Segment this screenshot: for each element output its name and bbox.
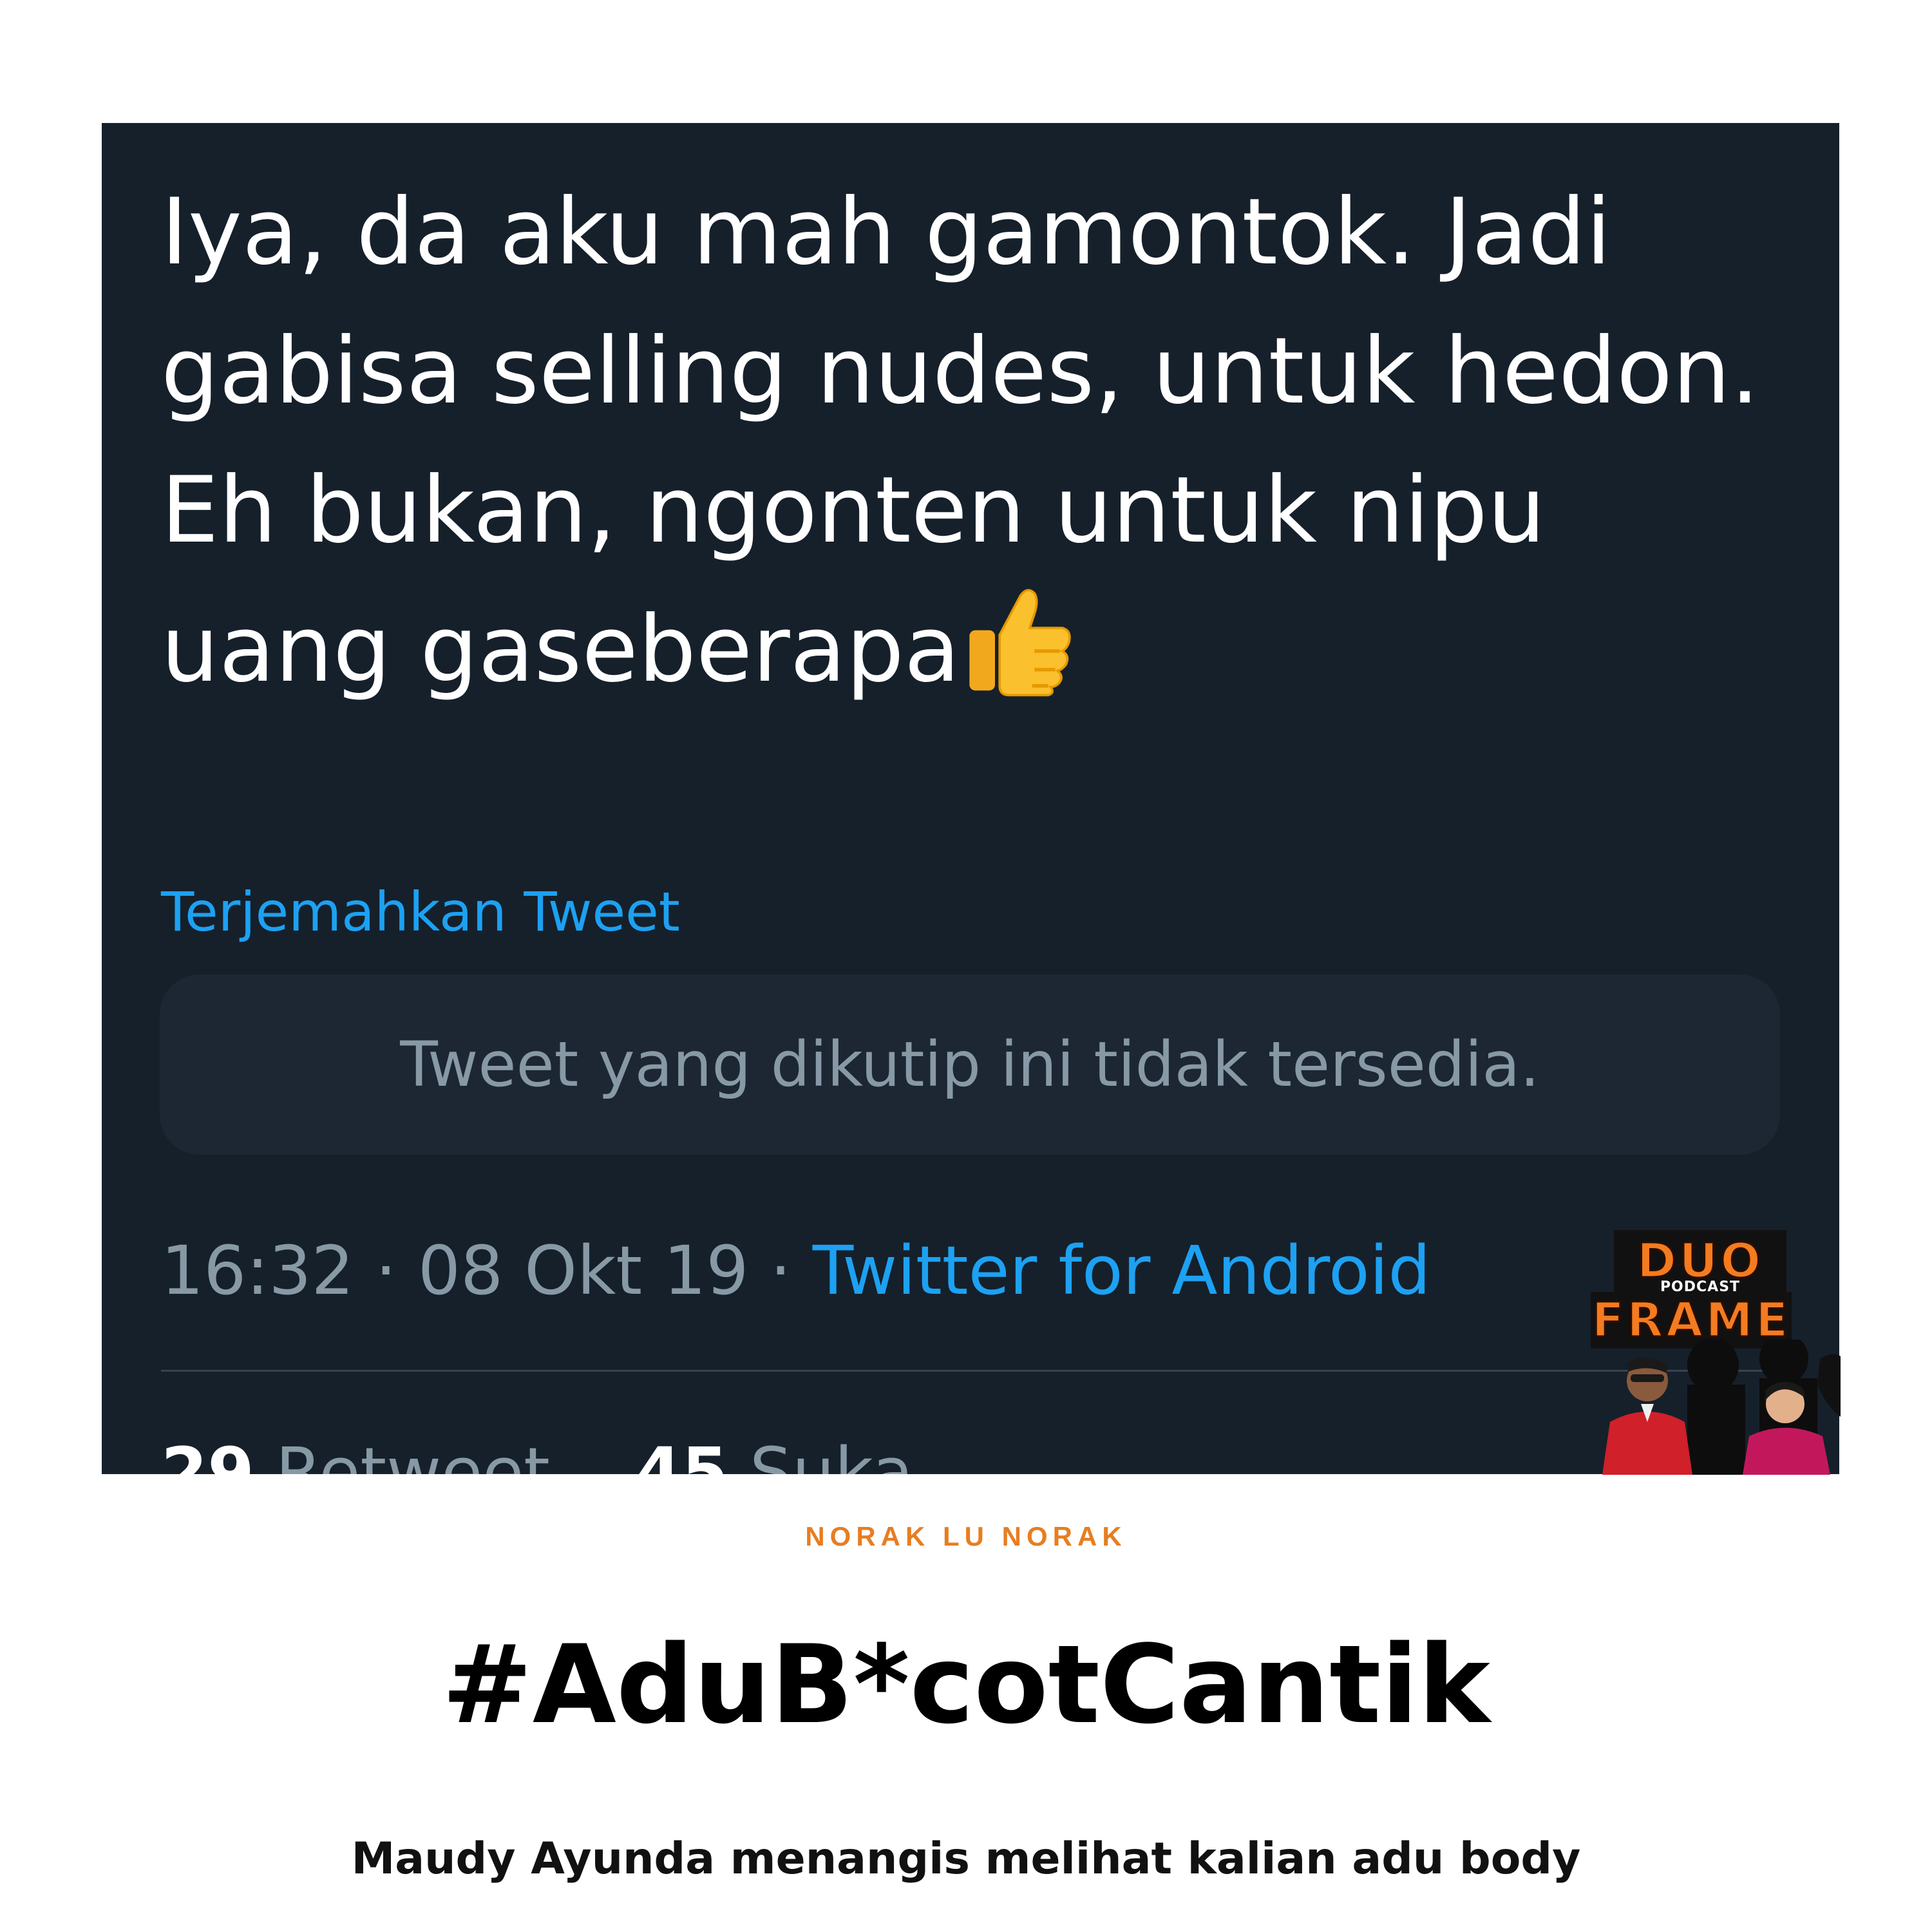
like-count[interactable]: 45 bbox=[635, 1433, 728, 1474]
tweet-time: 16:32 bbox=[161, 1231, 354, 1310]
duo-frame-podcast-logo: DUO FRAME PODCAST bbox=[1591, 1230, 1841, 1475]
translate-tweet-link[interactable]: Terjemahkan Tweet bbox=[161, 876, 680, 947]
logo-hosts-illustration bbox=[1602, 1340, 1841, 1475]
retweet-count[interactable]: 29 bbox=[161, 1433, 254, 1474]
meta-separator: · bbox=[770, 1231, 791, 1310]
tweet-meta: 16:32 · 08 Okt 19 · Twitter for Android bbox=[161, 1226, 1431, 1316]
tweet-source-link[interactable]: Twitter for Android bbox=[813, 1231, 1431, 1310]
meta-separator: · bbox=[375, 1231, 397, 1310]
tweet-body: Iya, da aku mah gamontok. Jadi gabisa se… bbox=[161, 163, 1810, 719]
thumbs-up-icon bbox=[960, 582, 1076, 697]
divider bbox=[161, 1370, 1803, 1372]
tweet-screenshot: Iya, da aku mah gamontok. Jadi gabisa se… bbox=[102, 123, 1839, 1474]
like-label[interactable]: Suka bbox=[750, 1433, 913, 1474]
article-subline: Maudy Ayunda menangis melihat kalian adu… bbox=[351, 1833, 1581, 1884]
tweet-stats: 29 Retweet 45 Suka bbox=[161, 1430, 913, 1474]
article-kicker: NORAK LU NORAK bbox=[805, 1521, 1127, 1551]
logo-word-sub: PODCAST bbox=[1660, 1279, 1741, 1295]
tweet-date: 08 Okt 19 bbox=[417, 1231, 749, 1310]
retweet-label[interactable]: Retweet bbox=[276, 1433, 550, 1474]
quoted-tweet-unavailable-text: Tweet yang dikutip ini tidak tersedia. bbox=[400, 1028, 1540, 1101]
article-headline: #AduB*cotCantik bbox=[442, 1622, 1490, 1748]
quoted-tweet-placeholder: Tweet yang dikutip ini tidak tersedia. bbox=[160, 974, 1780, 1155]
